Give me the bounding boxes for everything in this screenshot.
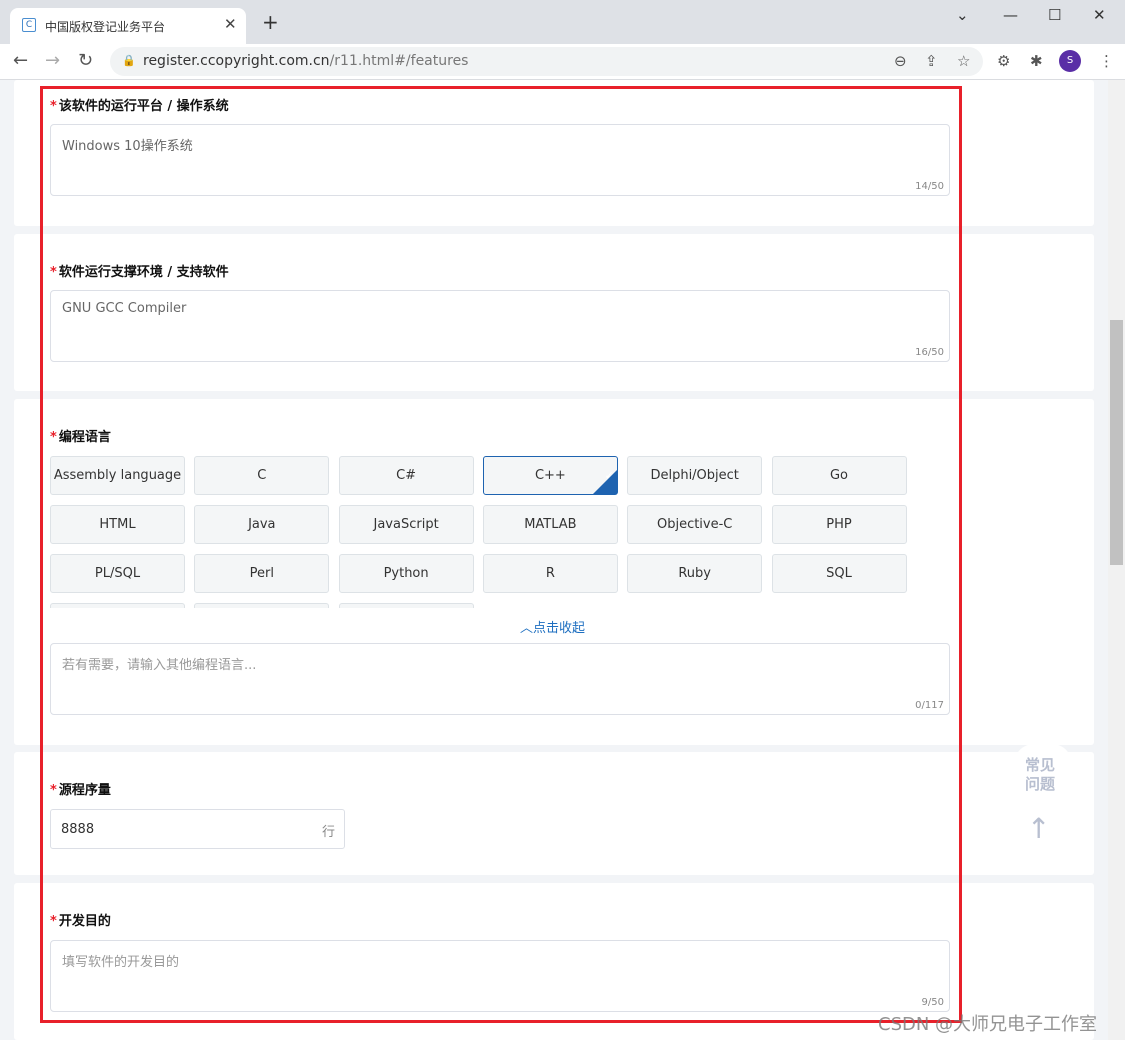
close-window-button[interactable]: ✕ [1093,6,1106,24]
tab-bar: C 中国版权登记业务平台 ✕ + ⌄ — ☐ ✕ [0,0,1125,44]
browser-tab[interactable]: C 中国版权登记业务平台 ✕ [10,8,246,44]
back-icon[interactable]: ← [13,50,28,71]
favicon-icon: C [22,18,36,32]
tab-title: 中国版权登记业务平台 [45,20,166,34]
faq-widget[interactable]: 常见问题 ↑ [1014,744,1072,854]
tab-search-icon[interactable]: ⌄ [956,6,969,24]
maximize-button[interactable]: ☐ [1048,6,1061,24]
scrollbar[interactable] [1108,80,1125,1040]
star-icon[interactable]: ☆ [957,52,970,70]
faq-label[interactable]: 常见问题 [1025,756,1061,794]
address-bar[interactable]: 🔒 register.ccopyright.com.cn/r11.html#/f… [110,47,983,76]
browser-toolbar: ← → ↻ 🔒 register.ccopyright.com.cn/r11.h… [0,44,1125,80]
new-tab-button[interactable]: + [262,12,279,32]
extension-icon[interactable]: ⚙ [997,52,1010,70]
back-to-top-icon[interactable]: ↑ [1027,812,1050,845]
reload-icon[interactable]: ↻ [78,50,93,71]
lock-icon[interactable]: 🔒 [122,54,136,67]
share-icon[interactable]: ⇪ [925,52,938,70]
more-icon[interactable]: ⋮ [1099,52,1114,70]
close-tab-icon[interactable]: ✕ [224,15,237,33]
minimize-button[interactable]: — [1003,6,1018,24]
url-host: register.ccopyright.com.cn [143,53,330,69]
zoom-out-icon[interactable]: ⊖ [894,52,907,70]
scrollbar-thumb[interactable] [1110,320,1123,565]
profile-avatar[interactable]: S [1059,50,1081,72]
forward-icon[interactable]: → [45,50,60,71]
watermark: CSDN @大师兄电子工作室 [878,1014,1098,1035]
puzzle-icon[interactable]: ✱ [1030,52,1043,70]
annotation-rectangle [40,86,962,1023]
url-path: /r11.html#/features [329,53,469,69]
